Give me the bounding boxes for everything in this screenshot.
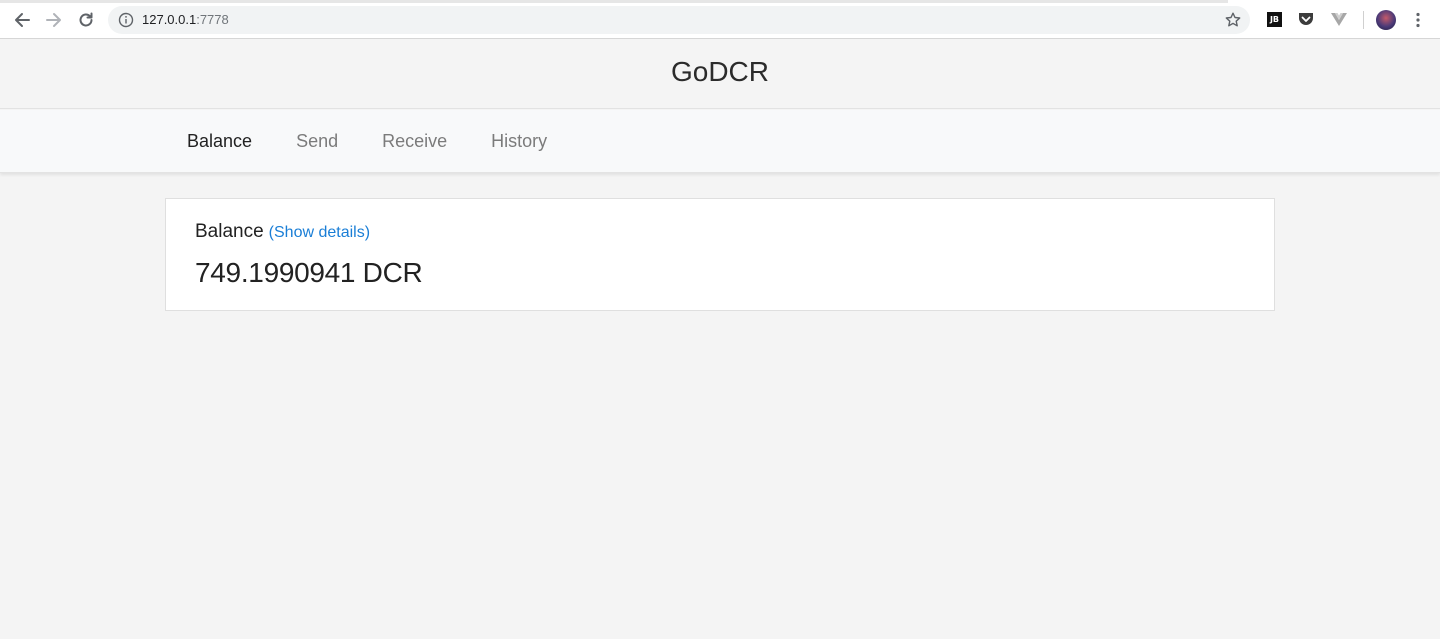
toolbar-divider [1363,11,1364,29]
profile-avatar[interactable] [1376,10,1396,30]
pocket-icon [1299,13,1313,25]
reload-button[interactable] [74,8,98,32]
tab-history[interactable]: History [469,131,569,152]
app-header: GoDCR [0,39,1440,109]
kebab-menu-icon [1416,12,1420,28]
arrow-left-icon [15,13,30,27]
url-port: :7778 [196,12,229,27]
vue-icon [1331,13,1347,26]
tab-balance[interactable]: Balance [165,131,274,152]
browser-menu-button[interactable] [1406,8,1430,32]
url-host: 127.0.0.1 [142,12,197,27]
app-title: GoDCR [670,56,769,87]
jetbrains-extension-icon[interactable]: JB [1267,12,1282,27]
url-text: 127.0.0.1:7778 [142,12,229,28]
arrow-right-icon [46,13,61,27]
balance-amount: 749.1990941 DCR [195,257,423,288]
info-icon[interactable] [118,12,134,28]
back-button[interactable] [10,8,34,32]
browser-toolbar: 127.0.0.1:7778 JB [0,0,1440,39]
balance-card: Balance (Show details) 749.1990941 DCR [165,198,1275,311]
tab-send[interactable]: Send [274,131,360,152]
balance-card-title: Balance [195,221,264,242]
jb-label: JB [1269,15,1280,24]
forward-button[interactable] [42,8,66,32]
reload-icon [79,12,93,27]
vue-devtools-button[interactable] [1330,10,1348,28]
star-icon[interactable] [1224,11,1242,29]
tab-receive[interactable]: Receive [360,131,469,152]
address-bar[interactable]: 127.0.0.1:7778 [108,6,1250,34]
balance-card-heading: Balance (Show details) [195,221,370,243]
tab-list: Balance Send Receive History [165,110,569,173]
show-details-link[interactable]: (Show details) [269,224,370,242]
pocket-extension-button[interactable] [1297,10,1315,28]
tab-navigation: Balance Send Receive History [0,110,1440,173]
page-load-progress [0,0,1228,3]
